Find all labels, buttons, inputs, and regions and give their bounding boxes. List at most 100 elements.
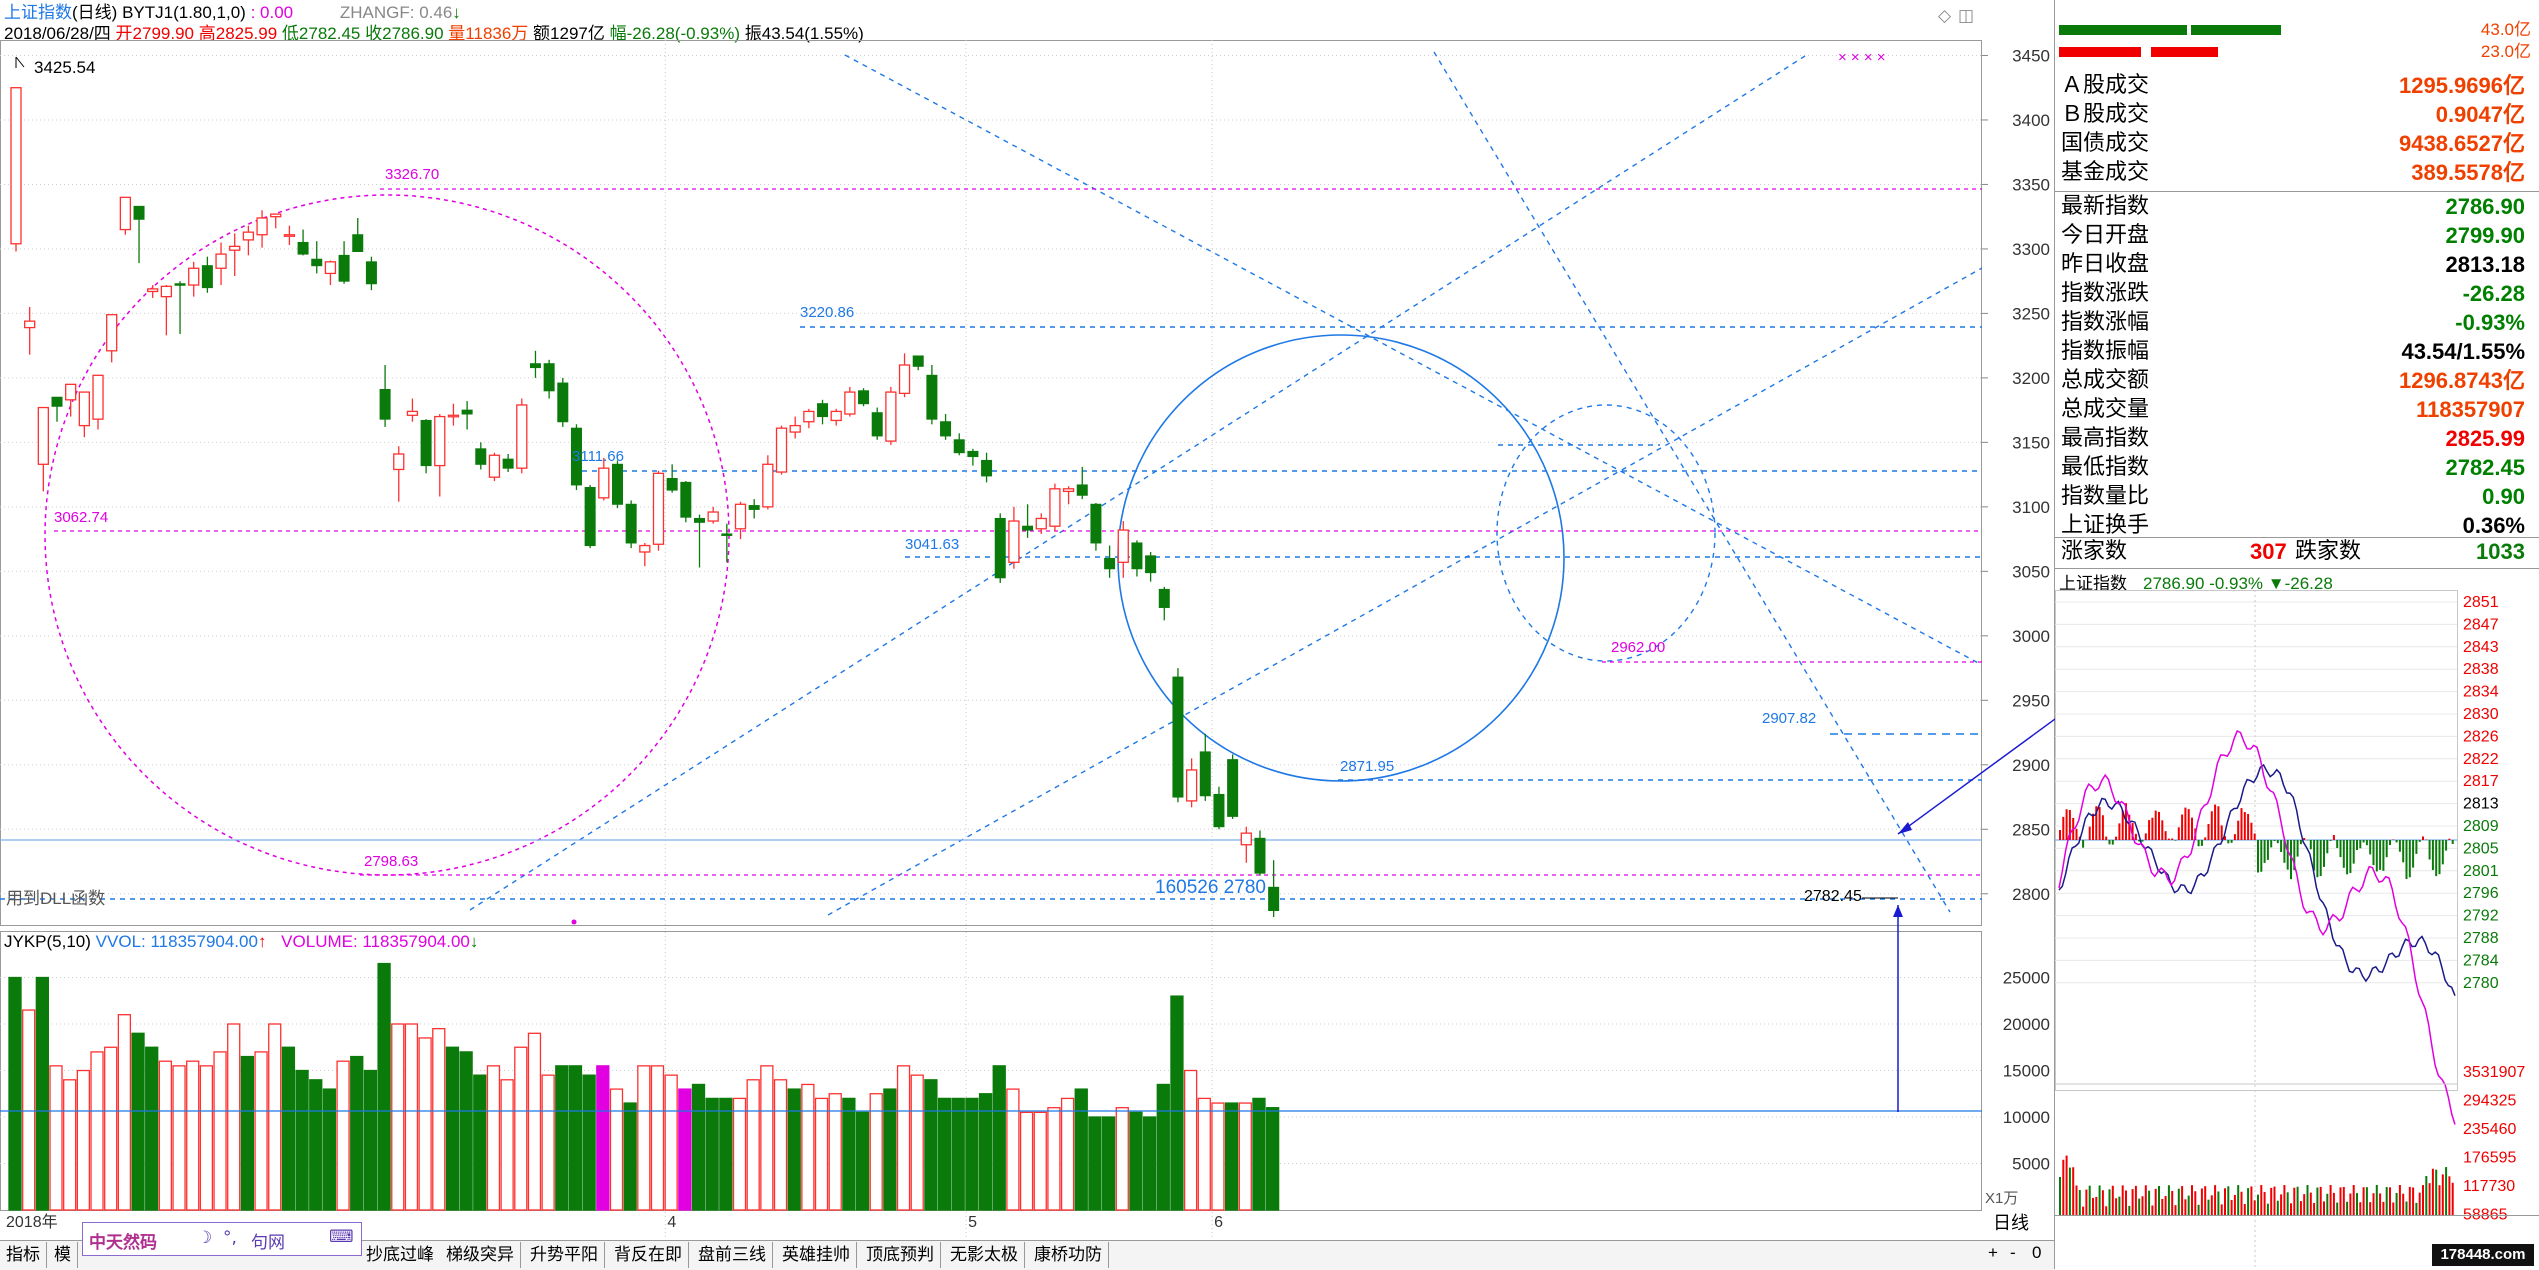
- zoom-reset-button[interactable]: 0: [2032, 1243, 2041, 1263]
- volume-bar: [1034, 1112, 1046, 1210]
- mini-breadth-bar: [2178, 827, 2180, 840]
- up-arrow-icon: ↑: [258, 932, 267, 951]
- candle-body: [1146, 556, 1156, 573]
- candle-body: [380, 389, 390, 419]
- candle-body: [1105, 558, 1115, 568]
- indicator-tab[interactable]: 背反在即: [608, 1242, 689, 1268]
- volume-tick-label: 15000: [2003, 1062, 2050, 1081]
- mini-breadth-bar: [2379, 840, 2381, 870]
- vvol-label: VVOL: 118357904.00: [96, 932, 258, 951]
- volume-unit: X1万: [1985, 1189, 2018, 1209]
- ime-toolbar[interactable]: 中天然码 ☽ °, 句网 ⌨: [82, 1222, 362, 1256]
- index-rows: 最新指数2786.90今日开盘2799.90昨日收盘2813.18指数涨跌-26…: [2055, 192, 2539, 540]
- mini-breadth-bar: [2406, 840, 2408, 879]
- punct-icon[interactable]: °,: [223, 1228, 237, 1248]
- indicator-tab[interactable]: 顶底预判: [860, 1242, 941, 1268]
- mini-intraday-chart[interactable]: 2851284728432838283428302826282228172813…: [2055, 590, 2539, 1270]
- mini-breadth-bar: [2340, 840, 2342, 857]
- mini-volume-bar: [2158, 1186, 2160, 1215]
- moon-icon[interactable]: ☽: [197, 1228, 212, 1248]
- volume-bar: [515, 1047, 527, 1210]
- mini-breadth-bar: [2092, 814, 2094, 840]
- indicator-tab[interactable]: 指标: [0, 1242, 47, 1268]
- stat-value: 118357907: [2416, 395, 2525, 424]
- ime-mode[interactable]: 句网: [251, 1228, 285, 1253]
- mini-volume-bar: [2089, 1186, 2091, 1215]
- zoom-in-button[interactable]: +: [1988, 1243, 1998, 1263]
- volume-bar: [36, 978, 48, 1211]
- mini-volume-bar: [2316, 1188, 2318, 1215]
- ime-brand[interactable]: 中天然码: [89, 1228, 157, 1253]
- candle-body: [271, 214, 281, 217]
- keyboard-icon[interactable]: ⌨: [329, 1227, 354, 1247]
- volume-bar: [638, 1066, 650, 1210]
- mini-breadth-bar: [2148, 820, 2150, 840]
- mini-breadth-bar: [2287, 840, 2289, 870]
- volume-bar: [1021, 1112, 1033, 1210]
- dll-label: 用到DLL函数: [6, 889, 105, 909]
- mini-volume-bar: [2198, 1205, 2200, 1215]
- mini-volume-bar: [2333, 1193, 2335, 1215]
- candle-body: [325, 262, 335, 274]
- volume-bar: [1239, 1103, 1251, 1210]
- price-tick-label: 3150: [2012, 433, 2050, 452]
- label-3220: 3220.86: [800, 303, 854, 323]
- indicator-tab[interactable]: 升势平阳: [524, 1242, 605, 1268]
- indicator-tab[interactable]: 模: [48, 1242, 78, 1268]
- mini-volume-bar: [2293, 1188, 2295, 1215]
- volume-bar: [761, 1066, 773, 1210]
- mini-volume-bar: [2376, 1185, 2378, 1215]
- volume-bar: [118, 1015, 130, 1210]
- mini-volume-bar: [2079, 1190, 2081, 1215]
- volume-bar: [323, 1089, 335, 1210]
- candle-body: [927, 375, 937, 419]
- mini-breadth-bar: [2366, 840, 2368, 845]
- breadth-row: 涨家数 307 跌家数 1033: [2055, 537, 2539, 566]
- mini-volume-bar: [2201, 1188, 2203, 1215]
- zoom-out-button[interactable]: -: [2010, 1243, 2016, 1263]
- green-bar-2: [2191, 25, 2281, 35]
- indicator-tab[interactable]: 抄底过峰: [360, 1242, 441, 1268]
- mini-breadth-bar: [2155, 811, 2157, 840]
- stat-row: 总成交额1296.8743亿: [2055, 366, 2539, 395]
- bar-gap-2: [2187, 25, 2190, 35]
- mini-breadth-bar: [2214, 805, 2216, 840]
- mini-volume-bar: [2208, 1200, 2210, 1215]
- red-bar-2: [2151, 47, 2218, 57]
- candle-body: [448, 415, 458, 417]
- indicator-tab[interactable]: 康桥功防: [1028, 1242, 1109, 1268]
- period-button[interactable]: 日线: [1993, 1213, 2029, 1233]
- mini-volume-bar: [2435, 1170, 2437, 1215]
- volume-bar: [966, 1098, 978, 1210]
- candle-body: [1023, 526, 1033, 530]
- mini-volume-bar: [2363, 1187, 2365, 1215]
- mini-volume-bar: [2402, 1194, 2404, 1215]
- candle-body: [1173, 677, 1183, 797]
- candle-body: [1036, 518, 1046, 528]
- label-2907: 2907.82: [1762, 709, 1816, 729]
- volume-bar: [1062, 1098, 1074, 1210]
- candle-body: [189, 268, 199, 285]
- volume-bar: [1007, 1089, 1019, 1210]
- mini-volume-bar: [2095, 1197, 2097, 1215]
- mini-volume-label: 294325: [2463, 1093, 2516, 1110]
- mini-volume-bar: [2105, 1206, 2107, 1215]
- volume-bar: [734, 1098, 746, 1210]
- mini-volume-bar: [2231, 1200, 2233, 1215]
- month-label: 2018年: [6, 1213, 58, 1233]
- down-count-value: 1033: [2476, 537, 2525, 566]
- indicator-tab[interactable]: 英雄挂帅: [776, 1242, 857, 1268]
- mini-price-label: 2843: [2463, 639, 2499, 656]
- volume-bar: [1116, 1108, 1128, 1210]
- volume-bar: [433, 1029, 445, 1210]
- indicator-tab[interactable]: 盘前三线: [692, 1242, 773, 1268]
- mini-volume-bar: [2247, 1188, 2249, 1215]
- mini-breadth-bar: [2399, 840, 2401, 852]
- indicator-tab[interactable]: 无影太极: [944, 1242, 1025, 1268]
- volume-bar: [241, 1057, 253, 1210]
- mini-volume-bar: [2082, 1207, 2084, 1215]
- peak-pointer-2: [16, 57, 24, 67]
- indicator-tab[interactable]: 梯级突异: [440, 1242, 521, 1268]
- stat-label: Ａ股成交: [2061, 71, 2149, 100]
- mini-breadth-bar: [2419, 840, 2421, 842]
